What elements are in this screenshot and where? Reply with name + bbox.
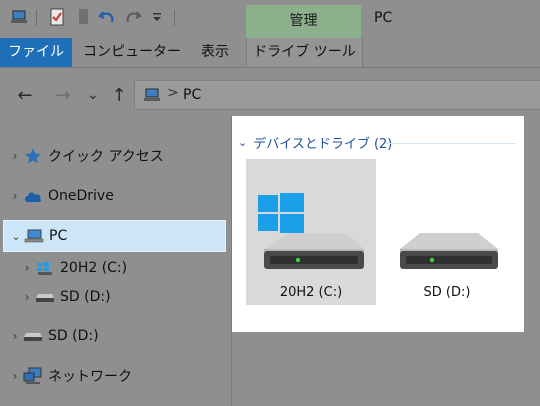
- drive-tile-d[interactable]: SD (D:): [382, 159, 512, 305]
- chevron-right-icon[interactable]: ›: [20, 290, 34, 304]
- nav-item-label: ネットワーク: [48, 369, 132, 385]
- nav-item-pc[interactable]: ⌄ PC: [3, 220, 226, 252]
- nav-item-drive-d[interactable]: › SD (D:): [0, 284, 246, 310]
- chevron-right-icon[interactable]: ›: [8, 149, 22, 163]
- nav-item-onedrive[interactable]: › OneDrive: [0, 183, 234, 209]
- nav-item-label: クイック アクセス: [48, 149, 164, 165]
- toolbar-separator: [36, 10, 37, 26]
- group-header-devices-and-drives[interactable]: ⌄ デバイスとドライブ (2): [238, 133, 392, 152]
- network-icon: [22, 367, 44, 385]
- chevron-down-icon[interactable]: ⌄: [9, 230, 23, 243]
- window-title: PC: [374, 10, 393, 26]
- manage-contextual-tab[interactable]: 管理: [246, 5, 361, 38]
- undo-icon[interactable]: [98, 8, 116, 26]
- nav-item-quick-access[interactable]: › クイック アクセス: [0, 143, 234, 169]
- star-icon: [22, 147, 44, 165]
- toolbar-separator: [174, 10, 175, 26]
- nav-item-sd-drive[interactable]: › SD (D:): [0, 323, 234, 349]
- nav-item-network[interactable]: › ネットワーク: [0, 363, 234, 389]
- ribbon-divider: [0, 67, 540, 68]
- chevron-right-icon[interactable]: ›: [8, 369, 22, 383]
- redo-icon[interactable]: [124, 8, 142, 26]
- chevron-right-icon[interactable]: ›: [20, 261, 34, 275]
- up-button[interactable]: ↑: [108, 84, 130, 106]
- nav-item-label: SD (D:): [48, 328, 99, 344]
- pc-icon: [143, 87, 161, 107]
- drive-label: SD (D:): [423, 285, 471, 300]
- pc-icon[interactable]: [10, 8, 28, 26]
- new-folder-icon[interactable]: [74, 8, 92, 26]
- up-arrow-icon: ↑: [111, 84, 127, 106]
- properties-icon[interactable]: [48, 8, 66, 26]
- content-pane: ⌄ デバイスとドライブ (2) 20H2 (C:) SD (D:): [232, 116, 524, 332]
- back-button[interactable]: ←: [14, 84, 36, 106]
- chevron-right-icon[interactable]: ›: [8, 189, 22, 203]
- breadcrumb-pc[interactable]: PC: [183, 87, 201, 103]
- group-divider: [386, 143, 516, 144]
- drive-label: 20H2 (C:): [279, 285, 343, 300]
- forward-arrow-icon: →: [55, 84, 71, 106]
- windows-drive-icon: [258, 189, 366, 277]
- tab-drive-tools[interactable]: ドライブ ツール: [246, 38, 363, 67]
- tab-file[interactable]: ファイル: [0, 38, 72, 67]
- drive-icon: [22, 327, 44, 345]
- address-bar[interactable]: > PC: [134, 80, 540, 110]
- forward-button[interactable]: →: [52, 84, 74, 106]
- nav-item-label: OneDrive: [48, 188, 114, 204]
- chevron-down-icon: ⌄: [87, 87, 99, 103]
- drive-tile-c[interactable]: 20H2 (C:): [246, 159, 376, 305]
- tab-computer[interactable]: コンピューター: [78, 38, 186, 67]
- nav-item-drive-c[interactable]: › 20H2 (C:): [0, 255, 246, 281]
- nav-item-label: 20H2 (C:): [60, 260, 128, 276]
- customize-dropdown-icon[interactable]: [148, 8, 166, 26]
- back-arrow-icon: ←: [17, 84, 33, 106]
- chevron-down-icon[interactable]: ⌄: [238, 136, 247, 149]
- windows-drive-icon: [34, 259, 56, 277]
- tab-view[interactable]: 表示: [190, 38, 240, 67]
- recent-locations-button[interactable]: ⌄: [82, 84, 104, 106]
- nav-item-label: SD (D:): [60, 289, 111, 305]
- chevron-right-icon[interactable]: ›: [8, 329, 22, 343]
- cloud-icon: [22, 187, 44, 205]
- drive-icon: [394, 209, 502, 277]
- pc-icon: [23, 227, 45, 245]
- drive-icon: [34, 288, 56, 306]
- group-title: デバイスとドライブ (2): [253, 137, 393, 152]
- nav-item-label: PC: [49, 228, 68, 244]
- breadcrumb-separator[interactable]: >: [167, 85, 179, 101]
